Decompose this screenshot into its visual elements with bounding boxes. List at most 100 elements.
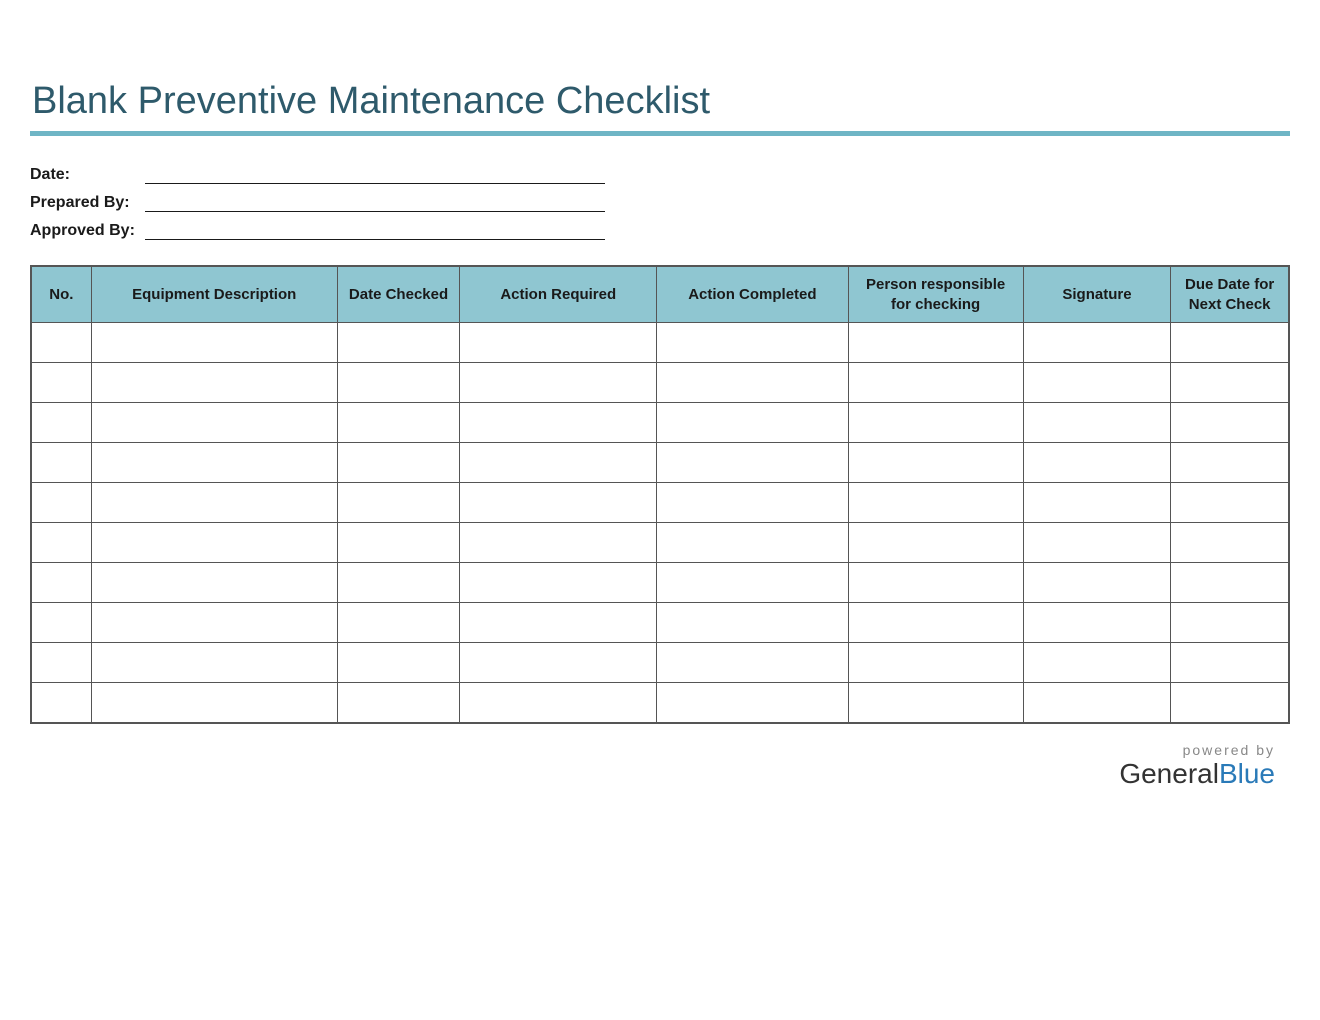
cell-due-date[interactable] [1171,363,1289,403]
cell-no[interactable] [31,523,91,563]
cell-equipment-description[interactable] [91,403,337,443]
cell-equipment-description[interactable] [91,603,337,643]
cell-action-required[interactable] [460,443,657,483]
cell-no[interactable] [31,563,91,603]
cell-no[interactable] [31,363,91,403]
cell-due-date[interactable] [1171,563,1289,603]
cell-person-responsible[interactable] [848,443,1023,483]
cell-signature[interactable] [1023,363,1171,403]
cell-action-required[interactable] [460,683,657,723]
cell-signature[interactable] [1023,563,1171,603]
cell-action-completed[interactable] [657,563,848,603]
cell-date-checked[interactable] [337,523,460,563]
cell-person-responsible[interactable] [848,403,1023,443]
cell-action-required[interactable] [460,563,657,603]
cell-person-responsible[interactable] [848,683,1023,723]
cell-action-required[interactable] [460,403,657,443]
cell-signature[interactable] [1023,523,1171,563]
cell-signature[interactable] [1023,403,1171,443]
header-signature: Signature [1023,266,1171,323]
cell-action-completed[interactable] [657,403,848,443]
cell-signature[interactable] [1023,483,1171,523]
cell-date-checked[interactable] [337,683,460,723]
cell-due-date[interactable] [1171,323,1289,363]
cell-no[interactable] [31,323,91,363]
cell-no[interactable] [31,643,91,683]
cell-due-date[interactable] [1171,443,1289,483]
cell-date-checked[interactable] [337,643,460,683]
cell-no[interactable] [31,683,91,723]
cell-action-completed[interactable] [657,683,848,723]
header-action-required: Action Required [460,266,657,323]
cell-action-completed[interactable] [657,643,848,683]
cell-due-date[interactable] [1171,403,1289,443]
cell-equipment-description[interactable] [91,563,337,603]
cell-person-responsible[interactable] [848,563,1023,603]
approved-by-input-line[interactable] [145,222,605,240]
cell-action-completed[interactable] [657,323,848,363]
cell-date-checked[interactable] [337,483,460,523]
cell-due-date[interactable] [1171,683,1289,723]
table-row [31,483,1289,523]
cell-signature[interactable] [1023,683,1171,723]
meta-row-approved-by: Approved By: [30,222,1290,240]
table-row [31,523,1289,563]
cell-equipment-description[interactable] [91,443,337,483]
cell-action-required[interactable] [460,603,657,643]
cell-equipment-description[interactable] [91,643,337,683]
cell-person-responsible[interactable] [848,363,1023,403]
cell-equipment-description[interactable] [91,483,337,523]
cell-due-date[interactable] [1171,643,1289,683]
cell-action-completed[interactable] [657,483,848,523]
cell-person-responsible[interactable] [848,523,1023,563]
cell-action-completed[interactable] [657,603,848,643]
cell-equipment-description[interactable] [91,363,337,403]
cell-signature[interactable] [1023,323,1171,363]
cell-equipment-description[interactable] [91,523,337,563]
cell-date-checked[interactable] [337,563,460,603]
prepared-by-input-line[interactable] [145,194,605,212]
cell-action-required[interactable] [460,523,657,563]
cell-equipment-description[interactable] [91,323,337,363]
prepared-by-label: Prepared By: [30,194,145,212]
table-row [31,683,1289,723]
cell-action-required[interactable] [460,363,657,403]
cell-date-checked[interactable] [337,403,460,443]
cell-action-completed[interactable] [657,443,848,483]
cell-date-checked[interactable] [337,443,460,483]
cell-signature[interactable] [1023,443,1171,483]
cell-no[interactable] [31,443,91,483]
meta-section: Date: Prepared By: Approved By: [30,166,1290,240]
cell-no[interactable] [31,603,91,643]
cell-no[interactable] [31,483,91,523]
cell-signature[interactable] [1023,603,1171,643]
cell-action-required[interactable] [460,483,657,523]
cell-action-completed[interactable] [657,523,848,563]
date-input-line[interactable] [145,166,605,184]
cell-due-date[interactable] [1171,483,1289,523]
approved-by-label: Approved By: [30,222,145,240]
cell-due-date[interactable] [1171,603,1289,643]
cell-person-responsible[interactable] [848,323,1023,363]
meta-row-prepared-by: Prepared By: [30,194,1290,212]
cell-due-date[interactable] [1171,523,1289,563]
checklist-table: No. Equipment Description Date Checked A… [30,265,1290,724]
cell-signature[interactable] [1023,643,1171,683]
table-row [31,563,1289,603]
cell-person-responsible[interactable] [848,643,1023,683]
cell-date-checked[interactable] [337,323,460,363]
header-person-responsible: Person responsible for checking [848,266,1023,323]
title-underline [30,131,1290,136]
cell-person-responsible[interactable] [848,483,1023,523]
cell-person-responsible[interactable] [848,603,1023,643]
cell-equipment-description[interactable] [91,683,337,723]
header-date-checked: Date Checked [337,266,460,323]
header-due-date: Due Date for Next Check [1171,266,1289,323]
cell-no[interactable] [31,403,91,443]
cell-action-required[interactable] [460,323,657,363]
cell-action-completed[interactable] [657,363,848,403]
date-label: Date: [30,166,145,184]
cell-date-checked[interactable] [337,363,460,403]
cell-date-checked[interactable] [337,603,460,643]
cell-action-required[interactable] [460,643,657,683]
